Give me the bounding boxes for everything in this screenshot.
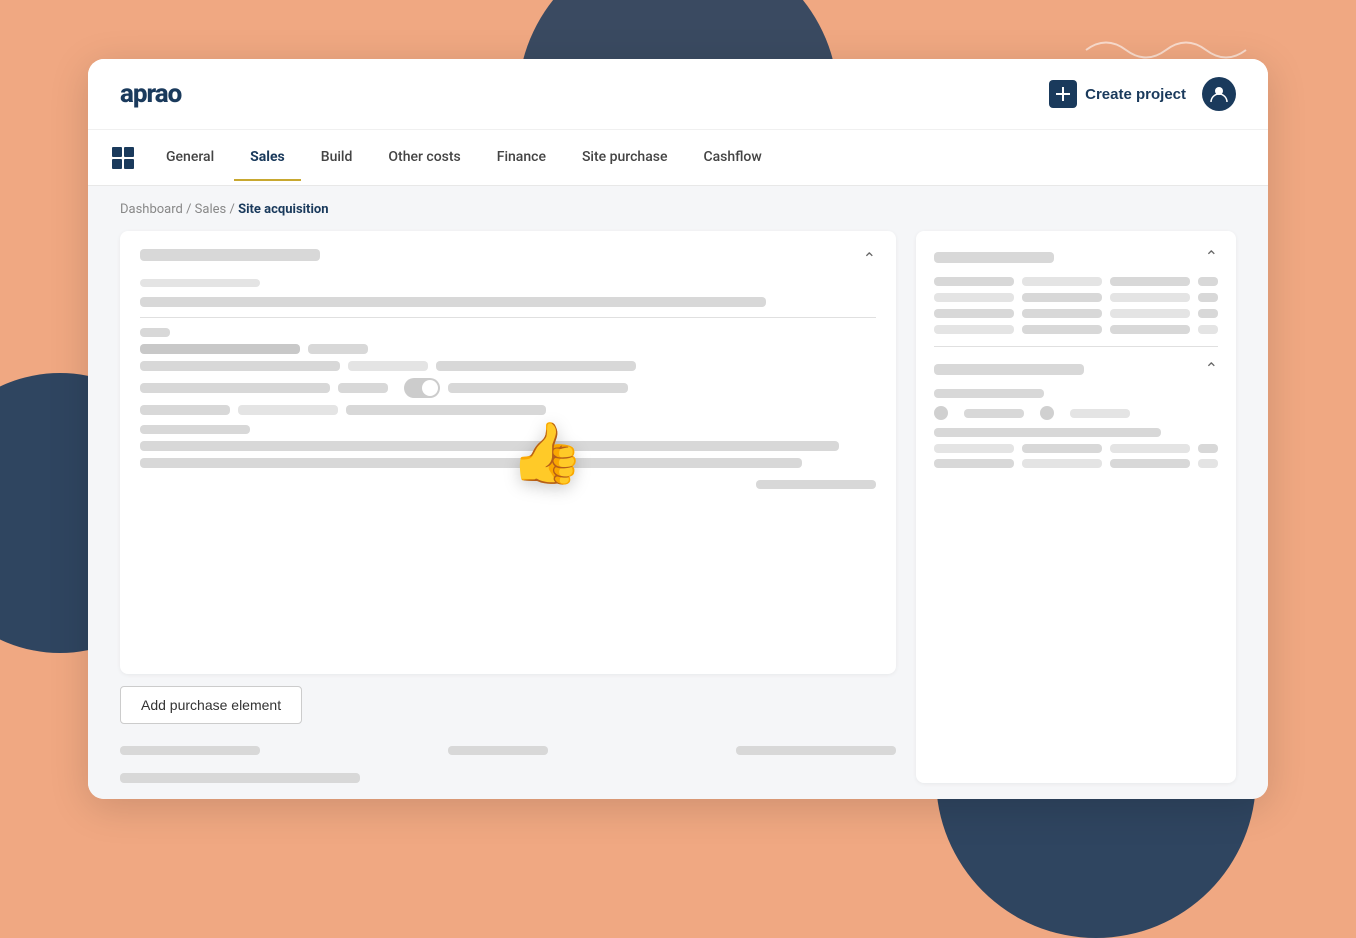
left-panel: ⌃ [120,231,896,783]
bottom-skel-left [120,746,260,755]
bottom-skel-right [736,746,896,755]
header: aprao Create project [88,59,1268,130]
page-content: Dashboard / Sales / Site acquisition ⌃ [88,186,1268,799]
main-card: aprao Create project [88,59,1268,799]
grid-icon[interactable] [112,147,134,169]
right-skel-sub [934,389,1044,398]
bottom-section [120,746,896,755]
skel-row-1 [140,328,876,337]
radio-1[interactable] [934,406,948,420]
right-grid-2 [934,293,1218,302]
right-title-skel-2 [934,364,1084,375]
tab-site-purchase[interactable]: Site purchase [566,135,684,181]
skel-row-4 [140,378,876,398]
skel-row-7 [140,441,876,451]
chevron-up-button[interactable]: ⌃ [863,249,876,269]
main-content-card: ⌃ [120,231,896,674]
right-chevron-up-1[interactable]: ⌃ [1205,247,1218,267]
divider-1 [140,317,876,318]
right-title-skel-1 [934,252,1054,263]
tab-finance[interactable]: Finance [481,135,562,181]
create-project-button[interactable]: Create project [1049,80,1186,108]
skel-row-5 [140,405,876,415]
skel-row-2 [140,344,876,354]
skeleton-rows-1 [140,328,876,415]
skel-row-3 [140,361,876,371]
thumbs-up-emoji: 👍 [509,417,584,488]
tab-other-costs[interactable]: Other costs [372,135,476,181]
toggle-thumb [422,380,438,396]
skel-row-6 [140,425,876,434]
skel-bottom-right [756,480,876,489]
bottom-skel-mid [448,746,548,755]
right-card: ⌃ [916,231,1236,783]
section-header-row: ⌃ [140,249,876,269]
radio-row-1 [934,406,1218,420]
skel-row-8 [140,458,876,468]
breadcrumb: Dashboard / Sales / Site acquisition [120,202,1236,217]
add-purchase-button[interactable]: Add purchase element [120,686,302,724]
right-grid-6 [934,459,1218,468]
header-right: Create project [1049,77,1236,111]
skel-subtitle [140,279,260,287]
radio-2[interactable] [1040,406,1054,420]
skel-bar-1 [140,297,766,307]
tab-sales[interactable]: Sales [234,135,301,181]
tab-general[interactable]: General [150,135,230,181]
section-title-skel [140,249,320,261]
right-grid-3 [934,309,1218,318]
user-avatar[interactable] [1202,77,1236,111]
right-section-1: ⌃ [934,247,1218,347]
tab-cashflow[interactable]: Cashflow [687,135,777,181]
right-chevron-up-2[interactable]: ⌃ [1205,359,1218,379]
right-grid-1 [934,277,1218,286]
skeleton-rows-2 [140,425,876,468]
logo: aprao [120,79,181,109]
toggle-switch[interactable] [404,378,440,398]
main-layout: ⌃ [120,231,1236,783]
nav-tabs: General Sales Build Other costs Finance … [88,130,1268,186]
right-section-2: ⌃ [934,359,1218,480]
right-panel: ⌃ [916,231,1236,783]
right-grid-5 [934,444,1218,453]
create-project-icon [1049,80,1077,108]
bottom-long-skel [120,773,360,783]
right-grid-4 [934,325,1218,334]
tab-build[interactable]: Build [305,135,369,181]
